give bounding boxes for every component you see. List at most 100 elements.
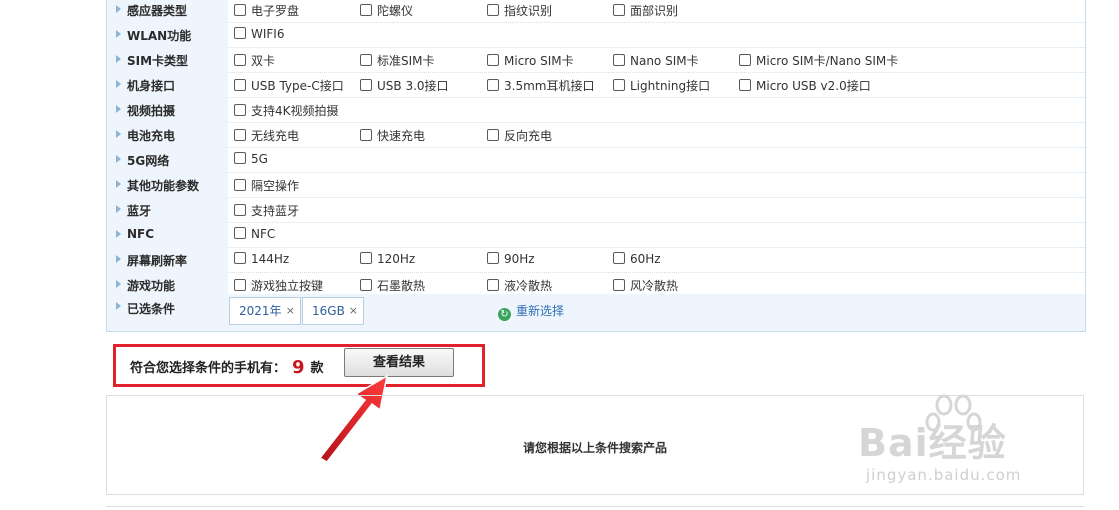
filter-option[interactable]: 支持4K视频拍摄 <box>234 102 339 118</box>
triangle-icon <box>116 30 121 38</box>
filter-option-label: 面部识别 <box>630 4 679 18</box>
reset-selection-link[interactable]: ↻ 重新选择 <box>498 302 564 321</box>
filter-option[interactable]: 电子罗盘 <box>234 2 299 18</box>
filter-option[interactable]: 双卡 <box>234 52 275 68</box>
checkbox[interactable] <box>234 79 246 91</box>
checkbox[interactable] <box>613 252 625 264</box>
filter-option-label: 标准SIM卡 <box>377 54 435 68</box>
result-summary: 符合您选择条件的手机有： 9 款 <box>130 357 324 378</box>
checkbox[interactable] <box>234 54 246 66</box>
checkbox[interactable] <box>487 252 499 264</box>
checkbox[interactable] <box>360 279 372 291</box>
remove-tag-icon[interactable]: × <box>349 298 358 324</box>
filter-label: 游戏功能 <box>127 279 176 293</box>
filter-option-label: 反向充电 <box>504 129 553 143</box>
filter-option-label: USB Type-C接口 <box>251 79 344 93</box>
checkbox[interactable] <box>234 252 246 264</box>
filter-option-label: 120Hz <box>377 252 416 266</box>
checkbox[interactable] <box>234 179 246 191</box>
filter-row: WLAN功能 WIFI6 <box>107 22 1085 48</box>
filter-option-label: Micro SIM卡/Nano SIM卡 <box>756 54 899 68</box>
checkbox[interactable] <box>360 79 372 91</box>
triangle-icon <box>116 255 121 263</box>
filter-option-label: 电子罗盘 <box>251 4 300 18</box>
selected-conditions-row: 已选条件 2021年 × 16GB × ↻ 重新选择 <box>107 294 1085 331</box>
selected-tag-memory[interactable]: 16GB × <box>302 297 364 325</box>
filter-option[interactable]: 指纹识别 <box>487 2 552 18</box>
filter-option[interactable]: 无线充电 <box>234 127 299 143</box>
checkbox[interactable] <box>487 129 499 141</box>
filter-option[interactable]: 快速充电 <box>360 127 425 143</box>
selected-tag-year[interactable]: 2021年 × <box>229 297 301 325</box>
filter-option[interactable]: 60Hz <box>613 252 661 268</box>
filter-option[interactable]: 90Hz <box>487 252 535 268</box>
filter-option[interactable]: Nano SIM卡 <box>613 52 699 68</box>
filter-option[interactable]: 风冷散热 <box>613 277 678 293</box>
filter-option[interactable]: Micro SIM卡 <box>487 52 574 68</box>
filter-option[interactable]: 石墨散热 <box>360 277 425 293</box>
selected-tag-label: 16GB <box>312 304 345 318</box>
checkbox[interactable] <box>739 54 751 66</box>
filter-option[interactable]: USB 3.0接口 <box>360 77 449 93</box>
filter-option[interactable]: 液冷散热 <box>487 277 552 293</box>
filter-label-cell: 感应器类型 <box>107 0 228 22</box>
filter-option[interactable]: 反向充电 <box>487 127 552 143</box>
checkbox[interactable] <box>739 79 751 91</box>
selected-conditions-label: 已选条件 <box>127 302 176 316</box>
filter-label-cell: WLAN功能 <box>107 22 228 47</box>
checkbox[interactable] <box>234 4 246 16</box>
filter-option[interactable]: 隔空操作 <box>234 177 299 193</box>
filter-option[interactable]: 支持蓝牙 <box>234 202 299 218</box>
filter-option[interactable]: 游戏独立按键 <box>234 277 323 293</box>
filter-row: 视频拍摄 支持4K视频拍摄 <box>107 97 1085 123</box>
checkbox[interactable] <box>234 129 246 141</box>
checkbox[interactable] <box>234 227 246 239</box>
checkbox[interactable] <box>234 152 246 164</box>
filter-option[interactable]: 5G <box>234 152 268 168</box>
filter-option-label: 游戏独立按键 <box>251 279 324 293</box>
checkbox[interactable] <box>613 4 625 16</box>
filter-option[interactable]: Lightning接口 <box>613 77 710 93</box>
checkbox[interactable] <box>234 279 246 291</box>
checkbox[interactable] <box>360 4 372 16</box>
filter-option[interactable]: USB Type-C接口 <box>234 77 344 93</box>
checkbox[interactable] <box>234 27 246 39</box>
checkbox[interactable] <box>487 79 499 91</box>
filter-option[interactable]: 3.5mm耳机接口 <box>487 77 594 93</box>
checkbox[interactable] <box>613 279 625 291</box>
checkbox[interactable] <box>360 54 372 66</box>
filter-option[interactable]: 144Hz <box>234 252 289 268</box>
checkbox[interactable] <box>360 252 372 264</box>
filter-option[interactable]: Micro USB v2.0接口 <box>739 77 871 93</box>
filter-option-label: Micro SIM卡 <box>504 54 574 68</box>
filter-option-label: 液冷散热 <box>504 279 553 293</box>
checkbox[interactable] <box>613 54 625 66</box>
filter-option-label: 石墨散热 <box>377 279 426 293</box>
checkbox[interactable] <box>613 79 625 91</box>
selected-conditions-label-cell: 已选条件 <box>107 294 228 331</box>
filter-option[interactable]: 120Hz <box>360 252 415 268</box>
filter-label: 视频拍摄 <box>127 104 176 118</box>
checkbox[interactable] <box>487 54 499 66</box>
checkbox[interactable] <box>487 4 499 16</box>
filter-option[interactable]: 陀螺仪 <box>360 2 413 18</box>
checkbox[interactable] <box>360 129 372 141</box>
filter-option-label: 指纹识别 <box>504 4 553 18</box>
checkbox[interactable] <box>487 279 499 291</box>
checkbox[interactable] <box>234 204 246 216</box>
filter-option[interactable]: NFC <box>234 227 275 243</box>
triangle-icon <box>116 55 121 63</box>
filter-option[interactable]: 标准SIM卡 <box>360 52 435 68</box>
filter-label: 其他功能参数 <box>127 179 200 193</box>
triangle-icon <box>116 280 121 288</box>
filter-row: 屏幕刷新率 144Hz 120Hz 90Hz 60Hz <box>107 247 1085 273</box>
filter-option-label: 3.5mm耳机接口 <box>504 79 595 93</box>
filter-option-label: 隔空操作 <box>251 179 300 193</box>
remove-tag-icon[interactable]: × <box>286 298 295 324</box>
filter-option[interactable]: 面部识别 <box>613 2 678 18</box>
filter-row: 电池充电 无线充电 快速充电 反向充电 <box>107 122 1085 148</box>
checkbox[interactable] <box>234 104 246 116</box>
filter-option[interactable]: Micro SIM卡/Nano SIM卡 <box>739 52 898 68</box>
filter-option[interactable]: WIFI6 <box>234 27 284 43</box>
filter-option-label: USB 3.0接口 <box>377 79 449 93</box>
